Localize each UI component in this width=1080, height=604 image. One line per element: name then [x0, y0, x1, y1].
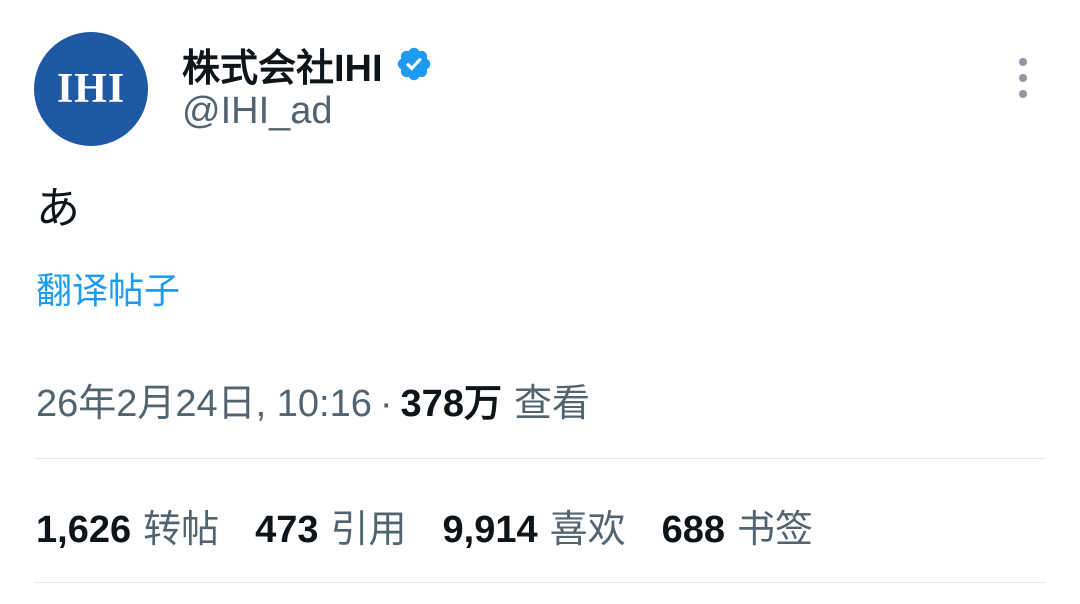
avatar[interactable]: IHI — [34, 32, 148, 146]
stat-reposts[interactable]: 1,626 转帖 — [36, 498, 219, 553]
meta-separator: · — [379, 383, 393, 425]
more-dot — [1019, 74, 1027, 82]
divider — [34, 582, 1046, 583]
quotes-label: 引用 — [330, 509, 407, 551]
reposts-count: 1,626 — [36, 509, 132, 551]
more-dot — [1019, 58, 1027, 66]
avatar-logo-text: IHI — [56, 66, 126, 112]
bookmarks-count: 688 — [661, 509, 726, 551]
views-label: 查看 — [513, 383, 590, 425]
engagement-stats: 1,626 转帖 473 引用 9,914 喜欢 688 书签 — [36, 498, 849, 553]
author-handle[interactable]: @IHI_ad — [182, 90, 333, 133]
stat-quotes[interactable]: 473 引用 — [255, 498, 406, 553]
reposts-label: 转帖 — [143, 509, 220, 551]
translate-post-link[interactable]: 翻译帖子 — [36, 262, 180, 314]
likes-label: 喜欢 — [549, 509, 626, 551]
views-count[interactable]: 378万 — [401, 372, 502, 427]
post-timestamp[interactable]: 26年2月24日, 10:16 — [36, 372, 372, 427]
quotes-count: 473 — [255, 509, 319, 551]
bookmarks-label: 书签 — [737, 509, 814, 551]
stat-likes[interactable]: 9,914 喜欢 — [443, 498, 626, 553]
author-name-row: 株式会社IHI — [182, 38, 433, 90]
verified-badge-icon[interactable] — [395, 45, 433, 83]
likes-count: 9,914 — [442, 509, 538, 551]
display-name[interactable]: 株式会社IHI — [182, 37, 383, 92]
more-dot — [1019, 90, 1027, 98]
divider — [34, 458, 1046, 459]
more-options-icon[interactable] — [1008, 58, 1038, 98]
post-text: あ — [36, 184, 80, 233]
post-meta: 26年2月24日, 10:16 · 378万 查看 — [36, 372, 590, 427]
stat-bookmarks[interactable]: 688 书签 — [662, 498, 813, 553]
